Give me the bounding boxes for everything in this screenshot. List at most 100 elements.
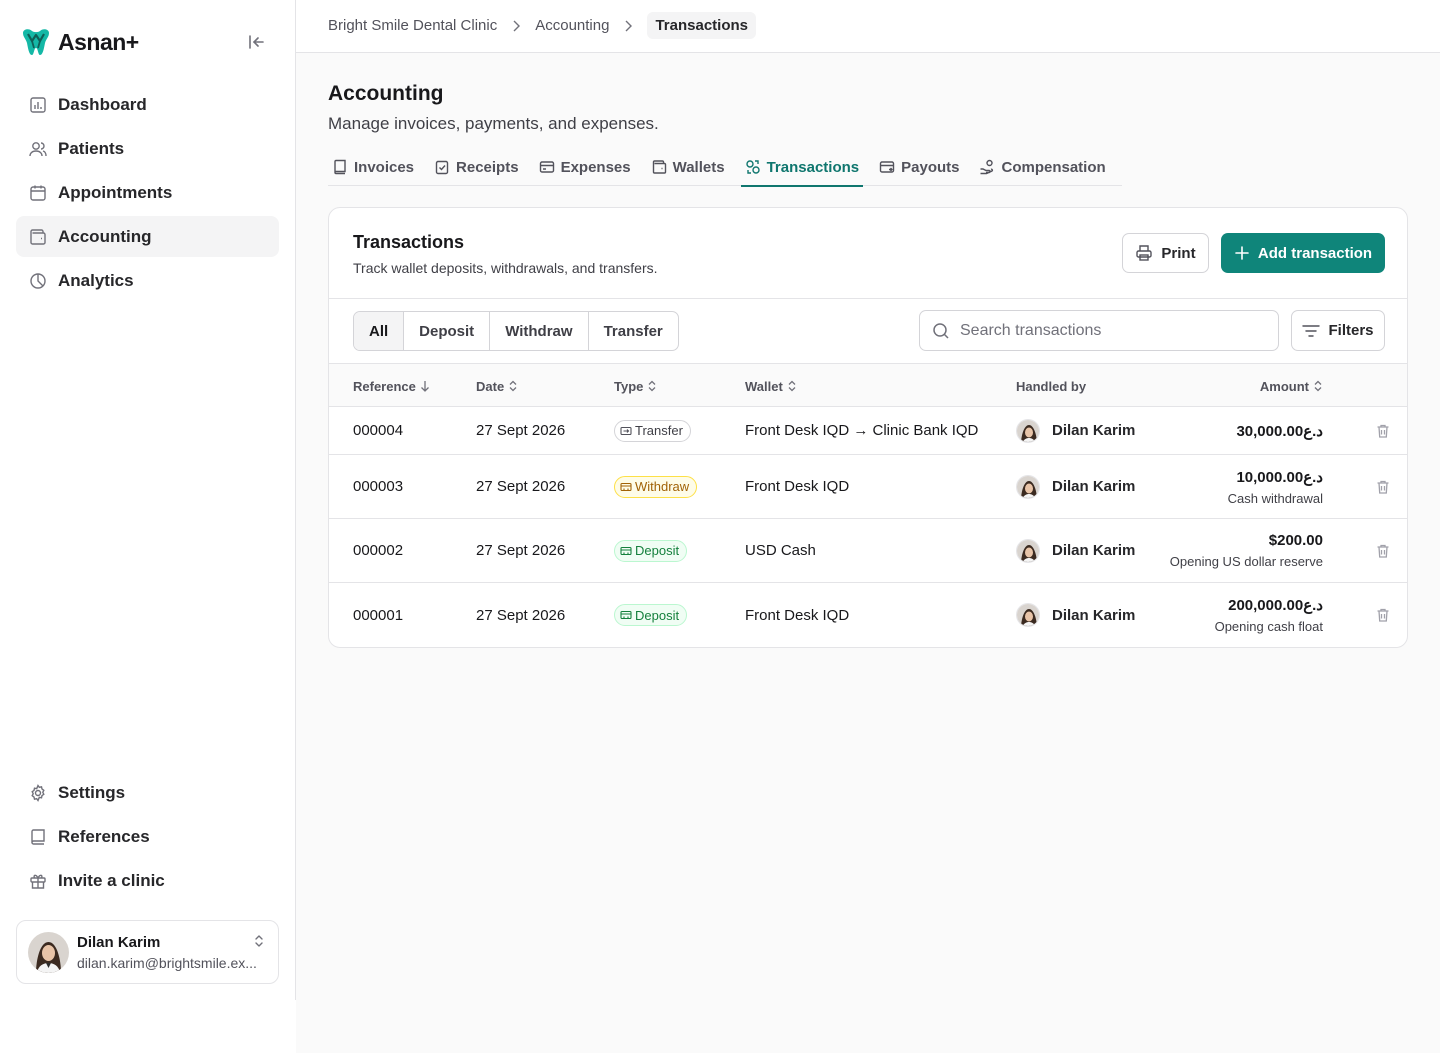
sidebar-item-references[interactable]: References	[16, 816, 279, 857]
column-header-reference[interactable]: Reference	[353, 364, 430, 408]
sidebar-item-invite[interactable]: Invite a clinic	[16, 860, 279, 901]
sidebar-item-label: Settings	[58, 782, 126, 802]
sidebar-item-patients[interactable]: Patients	[16, 128, 279, 169]
tab-wallets[interactable]: Wallets	[647, 148, 729, 186]
book-icon	[28, 827, 48, 847]
type-cell: Deposit	[614, 583, 688, 647]
filters-button[interactable]: Filters	[1291, 310, 1385, 351]
topbar: Bright Smile Dental Clinic Accounting Tr…	[296, 0, 1440, 53]
sidebar-bottom-nav: Settings References Invite a clinic	[16, 772, 279, 904]
delete-button[interactable]	[1375, 583, 1391, 647]
collapse-icon	[249, 35, 264, 49]
clipboard-check-icon	[435, 160, 449, 175]
accounting-tabs: Invoices Receipts Expenses Wallets Trans…	[328, 148, 1122, 187]
card-title: Transactions	[353, 232, 465, 252]
column-header-amount[interactable]: Amount	[1260, 364, 1323, 408]
segment-all[interactable]: All	[354, 312, 405, 350]
search-box	[919, 310, 1279, 351]
gear-icon	[28, 783, 48, 803]
amount-value: $200.00	[1268, 532, 1323, 549]
amount-note: Cash withdrawal	[1227, 490, 1323, 506]
chart-icon	[28, 95, 48, 115]
column-header-date[interactable]: Date	[476, 364, 518, 408]
calendar-icon	[28, 183, 48, 203]
delete-button[interactable]	[1375, 407, 1391, 454]
wallet-cell: USD Cash	[745, 542, 816, 559]
book-icon	[334, 159, 346, 175]
type-badge: Deposit	[614, 539, 688, 562]
tab-transactions[interactable]: Transactions	[740, 148, 864, 187]
column-header-type[interactable]: Type	[614, 364, 657, 408]
segment-withdraw[interactable]: Withdraw	[490, 312, 589, 350]
tab-label: Wallets	[672, 158, 725, 176]
column-label: Date	[476, 378, 505, 394]
page-title: Accounting	[328, 82, 444, 105]
tab-label: Payouts	[901, 158, 960, 176]
sidebar-item-dashboard[interactable]: Dashboard	[16, 84, 279, 125]
table-row[interactable]: 000004 27 Sept 2026 Transfer Front Desk …	[329, 407, 1407, 455]
user-menu[interactable]: Dilan Karim dilan.karim@brightsmile.ex..…	[16, 920, 279, 984]
delete-button[interactable]	[1375, 455, 1391, 518]
trash-icon	[1377, 424, 1389, 438]
sidebar-item-label: Patients	[58, 138, 125, 158]
payout-icon	[879, 161, 895, 173]
pie-chart-icon	[28, 271, 48, 291]
add-transaction-button[interactable]: Add transaction	[1221, 233, 1385, 273]
deposit-icon	[620, 546, 632, 555]
tab-label: Receipts	[456, 158, 519, 176]
sidebar-item-analytics[interactable]: Analytics	[16, 260, 279, 301]
sidebar-item-appointments[interactable]: Appointments	[16, 172, 279, 213]
search-input[interactable]	[960, 321, 1260, 340]
amount-value: 30,000.00د.ع	[1236, 422, 1323, 440]
add-transaction-label: Add transaction	[1257, 244, 1373, 262]
sidebar-item-accounting[interactable]: Accounting	[16, 216, 279, 257]
tab-receipts[interactable]: Receipts	[430, 148, 523, 186]
plus-icon	[1235, 246, 1249, 260]
table-row[interactable]: 000002 27 Sept 2026 Deposit USD Cash Dil…	[329, 519, 1407, 583]
avatar	[28, 931, 69, 973]
tab-expenses[interactable]: Expenses	[535, 148, 635, 186]
user-name: Dilan Karim	[77, 933, 161, 951]
breadcrumb-item-clinic[interactable]: Bright Smile Dental Clinic	[328, 13, 497, 38]
column-header-wallet[interactable]: Wallet	[745, 364, 797, 408]
sidebar-item-label: Invite a clinic	[58, 870, 165, 890]
tab-invoices[interactable]: Invoices	[328, 148, 418, 186]
tab-payouts[interactable]: Payouts	[875, 148, 963, 186]
sidebar-item-settings[interactable]: Settings	[16, 772, 279, 813]
type-badge-label: Withdraw	[635, 479, 690, 494]
card-icon	[539, 161, 554, 173]
card-subtitle: Track wallet deposits, withdrawals, and …	[353, 260, 658, 276]
wallet-icon	[652, 160, 666, 174]
sort-icon	[788, 380, 796, 392]
arrow-down-icon	[420, 381, 429, 392]
tab-label: Expenses	[560, 158, 631, 176]
breadcrumb-item-accounting[interactable]: Accounting	[535, 13, 609, 38]
delete-button[interactable]	[1375, 519, 1391, 582]
type-badge: Transfer	[614, 419, 691, 442]
amount-value: 10,000.00د.ع	[1236, 468, 1323, 486]
print-button[interactable]: Print	[1122, 233, 1209, 273]
wallet-cell: Front Desk IQD → Clinic Bank IQD	[745, 422, 979, 439]
breadcrumb-current: Transactions	[647, 12, 756, 39]
handler-cell: Dilan Karim	[1016, 583, 1135, 647]
gift-icon	[28, 871, 48, 891]
handler-cell: Dilan Karim	[1016, 519, 1135, 582]
deposit-icon	[620, 610, 632, 620]
type-cell: Transfer	[614, 407, 691, 454]
handler-name: Dilan Karim	[1052, 422, 1136, 439]
type-badge: Deposit	[614, 604, 688, 626]
segment-transfer[interactable]: Transfer	[589, 312, 678, 350]
reference-cell: 000003	[353, 478, 404, 495]
handler-name: Dilan Karim	[1052, 478, 1136, 495]
segment-deposit[interactable]: Deposit	[404, 312, 491, 350]
breadcrumb: Bright Smile Dental Clinic Accounting Tr…	[328, 12, 756, 39]
table-row[interactable]: 000001 27 Sept 2026 Deposit Front Desk I…	[329, 583, 1407, 647]
wallet-cell: Front Desk IQD	[745, 478, 850, 495]
filters-label: Filters	[1328, 322, 1374, 339]
tab-compensation[interactable]: Compensation	[975, 148, 1109, 186]
table-row[interactable]: 000003 27 Sept 2026 Withdraw Front Desk …	[329, 455, 1407, 519]
collapse-sidebar-button[interactable]	[244, 30, 268, 54]
column-label: Amount	[1259, 378, 1309, 394]
brand[interactable]: Asnan+	[20, 26, 139, 58]
type-badge-label: Deposit	[635, 543, 680, 558]
